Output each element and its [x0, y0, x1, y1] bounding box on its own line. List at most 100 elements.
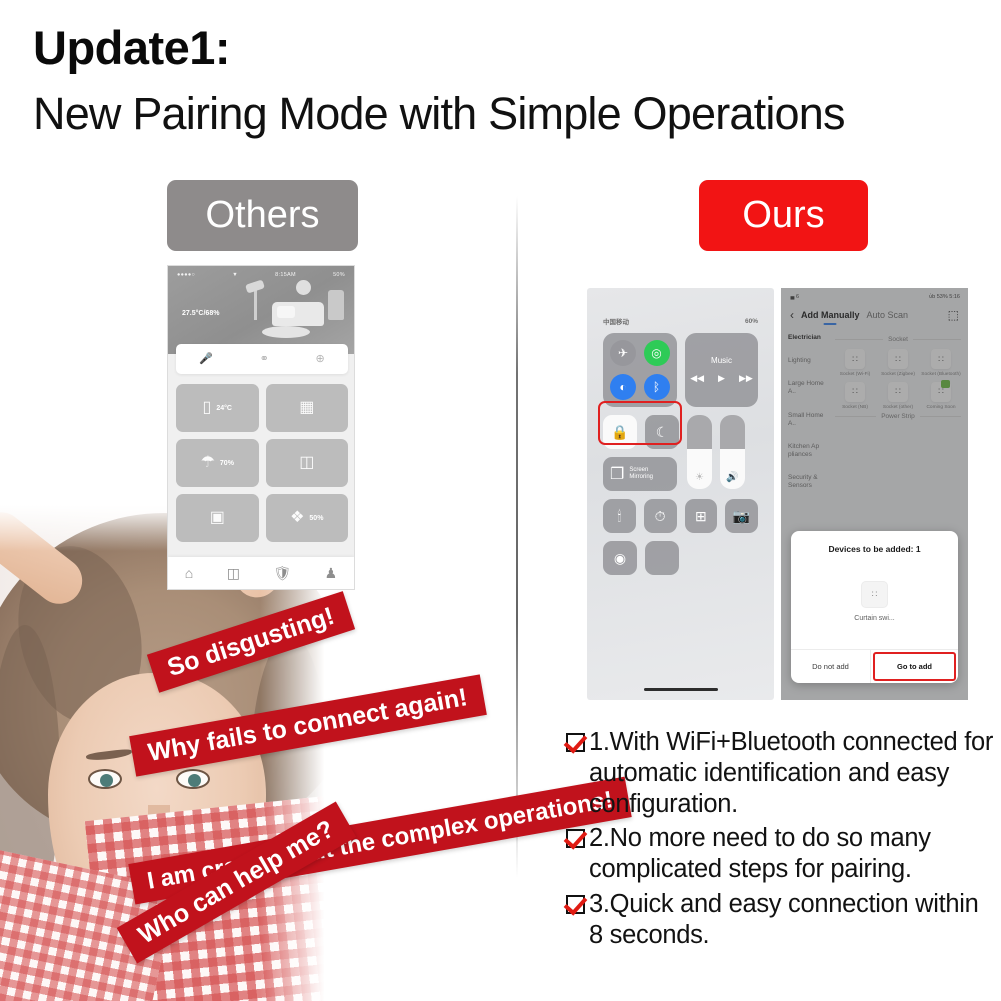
- device-value: 70%: [220, 460, 234, 467]
- checkbox-checked-icon: [566, 829, 585, 848]
- device-card[interactable]: ❖ 50%: [266, 494, 349, 542]
- sidebar-item-small-home-appliances[interactable]: Small Home A..: [788, 412, 828, 428]
- device-card[interactable]: ☂ 70%: [176, 439, 259, 487]
- screen-mirroring-button[interactable]: ❐ Screen Mirroring: [603, 457, 677, 491]
- plus-circle-icon[interactable]: ⊕: [315, 354, 324, 365]
- calculator-icon[interactable]: ⊞: [685, 499, 718, 533]
- clock-icon: [296, 280, 311, 295]
- device-tile[interactable]: ∷ Socket (other): [878, 382, 918, 411]
- bluetooth-icon[interactable]: ᛒ: [644, 374, 670, 400]
- bottom-nav[interactable]: ⌂ ◫ 🛡 ♟: [168, 557, 354, 589]
- status-bar: ●●●●○ ▼ 8:15AM 50%: [168, 266, 354, 278]
- ours-label-chip: Ours: [699, 180, 868, 251]
- go-to-add-button[interactable]: Go to add: [873, 652, 956, 681]
- sidebar-item-security-sensors[interactable]: Security & Sensors: [788, 474, 828, 490]
- quick-action-bar[interactable]: 🎤 ⚭ ⊕: [176, 344, 348, 374]
- qr-scan-icon[interactable]: ␯: [645, 541, 679, 575]
- control-center-screenshot: 中国移动 60% ✈ ◎ ◐ ᛒ Music ◀◀ ▶ ▶▶ 🔒 ☾ ❐ Scr…: [587, 288, 774, 700]
- tab-auto-scan[interactable]: Auto Scan: [867, 310, 909, 320]
- music-widget[interactable]: Music ◀◀ ▶ ▶▶: [685, 333, 758, 407]
- airplay-icon[interactable]: [740, 339, 752, 351]
- others-app-screenshot: ●●●●○ ▼ 8:15AM 50% 27.5°C/68% 🎤 ⚭ ⊕ ▯ 24…: [167, 265, 355, 590]
- feature-text: 1.With WiFi+Bluetooth connected for auto…: [589, 727, 996, 820]
- sidebar-item-large-home-appliances[interactable]: Large Home A..: [788, 380, 828, 396]
- play-icon[interactable]: ▶: [718, 373, 725, 384]
- add-device-screenshot: ▣ ▂▄▆ ὏6 ὐb 53% 5:16 ‹ Add Manually Auto…: [781, 288, 968, 700]
- brightness-slider[interactable]: ☀: [687, 415, 712, 489]
- feature-list: 1.With WiFi+Bluetooth connected for auto…: [566, 727, 996, 954]
- device-card[interactable]: ▯ 24°C: [176, 384, 259, 432]
- home-indicator[interactable]: [644, 688, 718, 691]
- do-not-disturb-icon[interactable]: ☾: [645, 415, 679, 449]
- device-tile[interactable]: ∷ Coming Soon: [921, 382, 961, 411]
- tile-label: Socket (Wi-Fi): [840, 372, 870, 378]
- status-bar: 中国移动 60%: [587, 288, 774, 326]
- do-not-add-button[interactable]: Do not add: [791, 650, 870, 683]
- device-name: Curtain swi...: [854, 615, 894, 622]
- bulb-icon[interactable]: ⚭: [260, 354, 269, 365]
- app-nav-bar: ‹ Add Manually Auto Scan ⬚: [781, 300, 968, 328]
- mirroring-icon: ❐: [610, 464, 624, 484]
- music-label: Music: [711, 356, 732, 365]
- device-tile[interactable]: ∷ Socket (Zigbee): [878, 349, 918, 378]
- sidebar-item-kitchen-appliances[interactable]: Kitchen Ap pliances: [788, 443, 828, 459]
- device-card[interactable]: ▣: [176, 494, 259, 542]
- airplane-mode-icon[interactable]: ✈: [610, 340, 636, 366]
- shield-icon[interactable]: 🛡: [273, 565, 291, 582]
- feature-item: 3.Quick and easy connection within 8 sec…: [566, 889, 996, 951]
- cellular-data-icon[interactable]: ◎: [644, 340, 670, 366]
- feature-text: 3.Quick and easy connection within 8 sec…: [589, 889, 996, 951]
- prev-track-icon[interactable]: ◀◀: [690, 373, 704, 384]
- back-icon[interactable]: ‹: [790, 308, 794, 322]
- tile-label: Socket (Bluetooth): [921, 372, 960, 378]
- flashlight-icon[interactable]: 🕯: [603, 499, 636, 533]
- heater-icon: ❖: [290, 510, 304, 526]
- camera-icon[interactable]: 📷: [725, 499, 758, 533]
- refrigerator-icon: ◫: [299, 455, 314, 471]
- feature-item: 1.With WiFi+Bluetooth connected for auto…: [566, 727, 996, 820]
- sidebar-item-lighting[interactable]: Lighting: [788, 357, 828, 365]
- section-title-power-strip: Power Strip: [835, 413, 961, 420]
- connectivity-group: ✈ ◎ ◐ ᛒ: [603, 333, 677, 407]
- page-title: Update1:: [33, 20, 230, 75]
- devices-to-add-dialog: Devices to be added: 1 ∷ Curtain swi... …: [791, 531, 958, 683]
- feature-item: 2.No more need to do so many complicated…: [566, 823, 996, 885]
- plant-icon: [328, 290, 344, 320]
- next-track-icon[interactable]: ▶▶: [739, 373, 753, 384]
- wifi-icon[interactable]: ◐: [610, 374, 636, 400]
- marketing-slide: Update1: New Pairing Mode with Simple Op…: [0, 0, 1001, 1001]
- sidebar-item-electrician[interactable]: Electrician: [788, 334, 828, 342]
- profile-icon[interactable]: ♟: [325, 565, 338, 582]
- home-icon[interactable]: ⌂: [185, 565, 193, 581]
- timer-icon[interactable]: ⏱: [644, 499, 677, 533]
- device-card[interactable]: ◫: [266, 439, 349, 487]
- device-value: 24°C: [216, 405, 232, 412]
- device-card[interactable]: ▦: [266, 384, 349, 432]
- device-icon[interactable]: ◫: [227, 565, 240, 582]
- socket-icon: ∷: [845, 349, 865, 369]
- device-tile[interactable]: ∷ Socket (NB): [835, 382, 875, 411]
- status-bar: ▣ ▂▄▆ ὏6 ὐb 53% 5:16: [781, 288, 968, 300]
- volume-icon: 🔊: [720, 472, 745, 483]
- socket-icon: ∷: [845, 382, 865, 402]
- wifi-icon: ▼: [232, 272, 238, 278]
- section-divider: [516, 196, 518, 878]
- screen-record-icon[interactable]: ◉: [603, 541, 637, 575]
- device-tile[interactable]: ∷ Socket (Bluetooth): [921, 349, 961, 378]
- section-title-socket: Socket: [835, 336, 961, 343]
- app-header: ●●●●○ ▼ 8:15AM 50% 27.5°C/68%: [168, 266, 354, 354]
- weather-label: 27.5°C/68%: [182, 310, 219, 317]
- feature-text: 2.No more need to do so many complicated…: [589, 823, 996, 885]
- screen-mirroring-label: Screen Mirroring: [629, 467, 670, 481]
- scan-icon[interactable]: ⬚: [948, 308, 959, 322]
- volume-slider[interactable]: 🔊: [720, 415, 745, 489]
- tab-add-manually[interactable]: Add Manually: [801, 310, 860, 320]
- device-value: 50%: [309, 515, 323, 522]
- tile-label: Socket (Zigbee): [881, 372, 915, 378]
- device-tile[interactable]: ∷ Socket (Wi-Fi): [835, 349, 875, 378]
- signal-icon: ●●●●○: [177, 272, 195, 278]
- rotation-lock-icon[interactable]: 🔒: [603, 415, 637, 449]
- mic-icon[interactable]: 🎤: [199, 354, 213, 365]
- socket-icon: ∷: [931, 349, 951, 369]
- status-right: ὐb 53% 5:16: [929, 294, 960, 300]
